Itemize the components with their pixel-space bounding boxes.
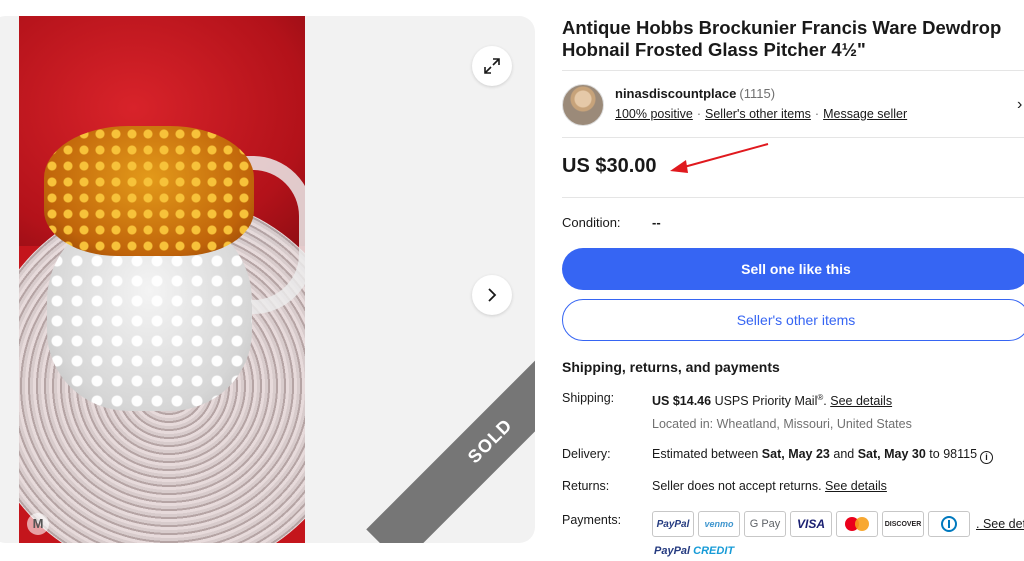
google-pay-icon: G Pay (744, 511, 786, 537)
paypal-credit-brand: PayPal (654, 545, 691, 557)
condition-label: Condition: (562, 215, 621, 230)
delivery-and: and (833, 447, 855, 461)
delivery-label: Delivery: (562, 447, 611, 461)
item-price: US $30.00 (562, 155, 657, 177)
paypal-credit-icon: PayPal CREDIT (654, 545, 734, 557)
seller-other-items-link[interactable]: Seller's other items (705, 107, 811, 121)
seller-feedback-count: (1115) (739, 86, 776, 101)
payments-label: Payments: (562, 513, 622, 527)
listing-details-panel: Antique Hobbs Brockunier Francis Ware De… (562, 0, 1024, 561)
seller-info: ninasdiscountplace (1115) (615, 86, 775, 101)
condition-value: -- (652, 215, 661, 230)
discover-icon: DISCOVER (882, 511, 924, 537)
seller-links: 100% positive · Seller's other items · Messa… (615, 107, 907, 121)
divider (562, 70, 1024, 71)
shipping-see-details-link[interactable]: See details (830, 394, 892, 408)
sold-ribbon: SOLD (366, 317, 535, 543)
listing-photo[interactable]: M (19, 16, 305, 543)
mastercard-icon (836, 511, 878, 537)
camera-watermark-icon: M (27, 513, 49, 535)
info-icon[interactable]: i (980, 451, 994, 464)
chevron-right-icon (488, 288, 497, 302)
shipping-section-heading: Shipping, returns, and payments (562, 359, 780, 375)
returns-text: Seller does not accept returns. (652, 479, 822, 493)
returns-value: Seller does not accept returns. See deta… (652, 479, 887, 493)
sell-one-like-this-button[interactable]: Sell one like this (562, 248, 1024, 290)
venmo-icon: venmo (698, 511, 740, 537)
separator: · (814, 107, 820, 121)
paypal-credit-word: CREDIT (693, 545, 735, 557)
delivery-end-date: Sat, May 30 (857, 447, 926, 461)
message-seller-link[interactable]: Message seller (823, 107, 907, 121)
shipping-method: USPS Priority Mail (714, 394, 818, 409)
divider (562, 197, 1024, 198)
expand-icon (484, 58, 500, 74)
listing-title: Antique Hobbs Brockunier Francis Ware De… (562, 17, 1002, 60)
divider (562, 137, 1024, 138)
seller-positive-link[interactable]: 100% positive (615, 107, 693, 121)
returns-see-details-link[interactable]: See details (825, 479, 887, 493)
diners-club-icon (928, 511, 970, 537)
shipping-value: US $14.46 USPS Priority Mail®. See detai… (652, 393, 892, 408)
next-image-button[interactable] (472, 275, 512, 315)
separator: · (696, 107, 701, 121)
delivery-start-date: Sat, May 23 (761, 447, 830, 461)
returns-label: Returns: (562, 479, 610, 493)
pitcher-top (44, 126, 254, 256)
seller-avatar[interactable] (562, 84, 604, 126)
delivery-zip: to 98115 (929, 447, 978, 461)
period: . (823, 394, 827, 409)
delivery-value: Estimated between Sat, May 23 and Sat, M… (652, 447, 994, 464)
expand-button[interactable] (472, 46, 512, 86)
seller-name[interactable]: ninasdiscountplace (615, 86, 736, 101)
delivery-prefix: Estimated between (652, 447, 759, 461)
paypal-icon: PayPal (652, 511, 694, 537)
shipping-label: Shipping: (562, 391, 615, 405)
annotation-arrow-icon (670, 143, 769, 173)
sold-label: SOLD (463, 414, 516, 467)
visa-icon: VISA (790, 511, 832, 537)
shipping-price: US $14.46 (652, 394, 712, 409)
payment-methods: PayPal venmo G Pay VISA DISCOVER . See d… (652, 511, 1024, 537)
sellers-other-items-button[interactable]: Seller's other items (562, 299, 1024, 341)
seller-chevron-icon[interactable]: › (1017, 96, 1022, 114)
payments-see-details-link[interactable]: . See details (976, 517, 1024, 531)
item-location: Located in: Wheatland, Missouri, United … (652, 417, 912, 431)
image-gallery: M SOLD (0, 16, 535, 543)
